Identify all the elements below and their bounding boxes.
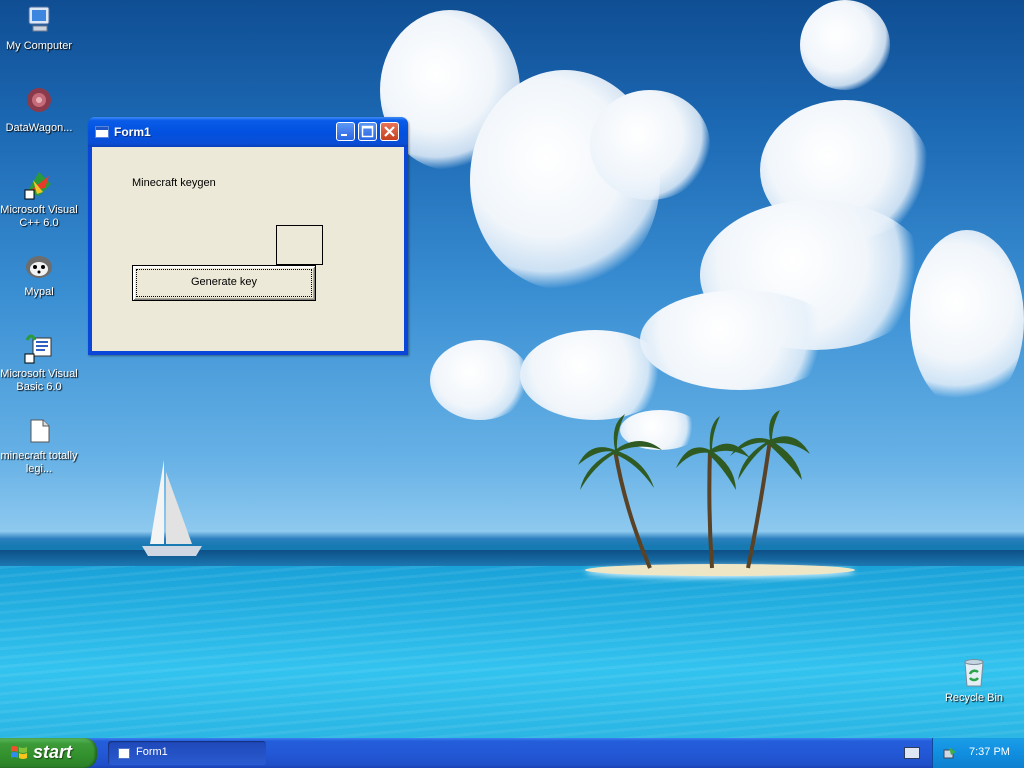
maximize-button[interactable] — [358, 122, 377, 141]
taskbar-item-form1[interactable]: Form1 — [108, 741, 266, 765]
file-icon — [23, 414, 55, 446]
clock[interactable]: 7:37 PM — [969, 746, 1010, 758]
visual-cpp-icon — [23, 168, 55, 200]
app-window-icon — [118, 748, 130, 759]
desktop-icon-label: Microsoft Visual Basic 6.0 — [0, 368, 78, 393]
mypal-icon — [23, 250, 55, 282]
minimize-button[interactable] — [336, 122, 355, 141]
close-icon — [384, 126, 395, 137]
desktop-icon-label: Mypal — [24, 286, 54, 298]
close-button[interactable] — [380, 122, 399, 141]
windows-logo-icon — [11, 746, 27, 759]
cloud — [520, 330, 670, 420]
palm-trees — [578, 410, 810, 569]
minimize-icon — [341, 134, 347, 136]
sailboat — [142, 460, 202, 556]
safely-remove-hardware-icon[interactable] — [943, 746, 957, 760]
sea — [0, 566, 1024, 738]
taskbar-item-label: Form1 — [136, 746, 168, 758]
window-title: Form1 — [114, 125, 151, 139]
desktop[interactable]: My Computer DataWagon... Microsoft Visua… — [0, 0, 1024, 738]
form1-window[interactable]: Form1 Minecraft keygen Generate key — [88, 117, 408, 355]
datawagon-icon — [23, 86, 55, 118]
window-titlebar[interactable]: Form1 — [88, 117, 408, 147]
cloud — [910, 230, 1024, 410]
maximize-icon — [361, 125, 374, 138]
desktop-icon-minecraft[interactable]: minecraft totally legi... — [0, 414, 79, 476]
cloud — [800, 0, 890, 90]
desktop-icon-label: minecraft totally legi... — [0, 450, 78, 475]
app-window-icon — [95, 126, 109, 138]
start-button[interactable]: start — [0, 738, 97, 768]
desktop-icon-datawagon[interactable]: DataWagon... — [0, 86, 79, 135]
recycle-bin-icon — [958, 656, 990, 688]
keygen-label: Minecraft keygen — [132, 177, 216, 189]
desktop-icon-visual-cpp[interactable]: Microsoft Visual C++ 6.0 — [0, 168, 79, 230]
keyboard-icon[interactable] — [904, 747, 920, 759]
window-client-area: Minecraft keygen Generate key — [92, 147, 404, 351]
desktop-icon-label: Microsoft Visual C++ 6.0 — [0, 204, 78, 229]
desktop-icon-visual-basic[interactable]: Microsoft Visual Basic 6.0 — [0, 332, 79, 394]
start-label: start — [33, 742, 73, 762]
desktop-icon-label: DataWagon... — [5, 122, 73, 134]
cloud — [640, 290, 840, 390]
desktop-icon-label: My Computer — [5, 40, 73, 52]
picture-box — [276, 225, 323, 265]
my-computer-icon — [23, 4, 55, 36]
desktop-icon-recycle-bin[interactable]: Recycle Bin — [934, 656, 1014, 705]
desktop-icon-label: Recycle Bin — [944, 692, 1004, 704]
cloud — [590, 90, 710, 200]
cloud — [430, 340, 530, 420]
visual-basic-icon — [23, 332, 55, 364]
desktop-icon-mypal[interactable]: Mypal — [0, 250, 79, 299]
desktop-icon-my-computer[interactable]: My Computer — [0, 4, 79, 53]
system-tray: 7:37 PM — [932, 738, 1024, 768]
generate-key-button[interactable]: Generate key — [132, 265, 316, 301]
taskbar: start Form1 7:37 PM — [0, 738, 1024, 768]
